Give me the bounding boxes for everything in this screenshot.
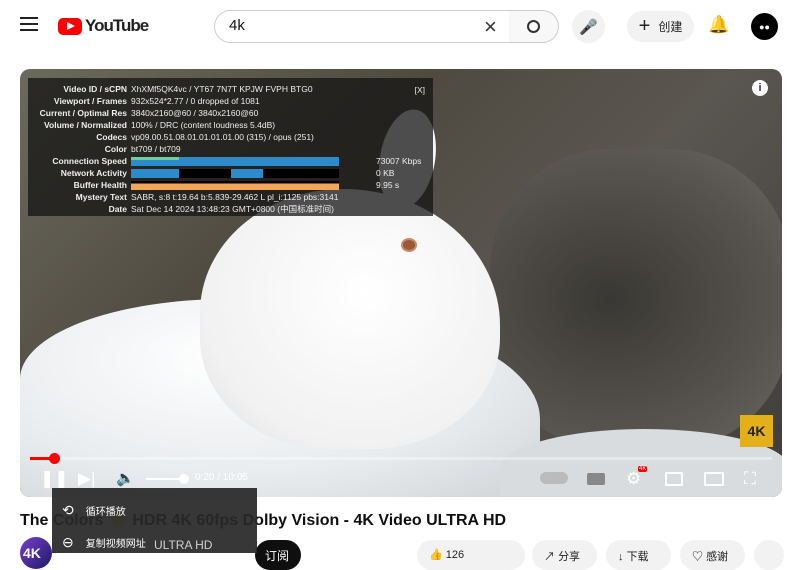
thanks-button[interactable]: ♡ 感谢 [680, 540, 745, 570]
menu-item-loop[interactable]: ⟲ 循环播放 [62, 502, 126, 519]
rabbit [200, 189, 500, 449]
theater-mode-icon[interactable] [704, 472, 724, 486]
autoplay-toggle[interactable] [540, 472, 568, 484]
stats-key: Video ID / sCPN [63, 84, 127, 94]
stats-row: Date Sat Dec 14 2024 13:48:23 GMT+0800 (中… [34, 203, 427, 215]
subscribe-button[interactable]: 订阅 [255, 540, 301, 570]
stats-value: 0 KB [376, 168, 395, 178]
more-button[interactable] [754, 540, 784, 570]
rabbit-eye [401, 238, 417, 252]
settings-icon[interactable]: ⚙ 4K [626, 466, 648, 489]
play-logo-icon [58, 17, 82, 35]
stats-key: Volume / Normalized [44, 120, 127, 130]
stats-value: 73007 Kbps [376, 156, 422, 166]
channel-avatar[interactable]: 4K [20, 537, 52, 569]
channel-name[interactable]: ULTRA HD [154, 538, 212, 552]
stats-row-buffer: Buffer Health 9.95 s [34, 179, 427, 191]
stats-row: Volume / Normalized 100% / DRC (content l… [34, 119, 427, 131]
stats-key: Viewport / Frames [53, 96, 127, 106]
pause-icon[interactable]: ❚❚ [40, 469, 69, 489]
stats-key: Mystery Text [75, 192, 127, 202]
4k-badge: 4K [740, 415, 773, 447]
stats-row: Viewport / Frames 932x524*2.77 / 0 droppe… [34, 95, 427, 107]
stats-key: Network Activity [60, 168, 127, 178]
settings-badge: 4K [638, 466, 648, 472]
clear-search-icon[interactable]: × [484, 14, 497, 40]
stats-row: Mystery Text SABR, s:8 t:19.64 b:5.839-29… [34, 191, 427, 203]
menu-item-label: 循环播放 [85, 507, 126, 518]
menu-item-copy-url[interactable]: ⊖ 复制视频网址 [62, 534, 146, 551]
logo-text: YouTube [85, 16, 149, 35]
video-player[interactable]: [X] Video ID / sCPN XhXMf5QK4vc / YT67 7N… [20, 69, 782, 497]
connection-bar [131, 156, 339, 166]
stats-row-network: Network Activity 0 KB [34, 167, 427, 179]
link-icon: ⊖ [62, 534, 74, 550]
loop-icon: ⟲ [62, 502, 74, 518]
stats-key: Buffer Health [73, 180, 127, 190]
stats-for-nerds: [X] Video ID / sCPN XhXMf5QK4vc / YT67 7N… [28, 78, 433, 216]
stats-row-connection: Connection Speed 73007 Kbps [34, 155, 427, 167]
avatar[interactable]: ●● [751, 13, 778, 40]
stats-row: Current / Optimal Res 3840x2160@60 / 3840… [34, 107, 427, 119]
buffer-bar [131, 180, 339, 190]
stats-row: Color bt709 / bt709 [34, 143, 427, 155]
search-icon [527, 20, 540, 33]
stats-value: 3840x2160@60 / 3840x2160@60 [131, 108, 259, 118]
share-button[interactable]: ↗ 分享 [532, 540, 597, 570]
volume-icon[interactable]: 🔈 [116, 469, 135, 487]
stats-key: Color [104, 144, 127, 154]
next-icon[interactable]: ▶| [78, 469, 96, 489]
stats-value: 9.95 s [376, 180, 400, 190]
network-bar [131, 168, 339, 178]
stats-value: 100% / DRC (content loudness 5.4dB) [131, 120, 276, 130]
menu-icon[interactable] [20, 17, 38, 35]
stats-value: XhXMf5QK4vc / YT67 7N7T KPJW FVPH BTG0 [131, 84, 313, 94]
create-button[interactable]: + 创建 [627, 11, 694, 42]
time-display: 0:20 / 10:05 [195, 472, 248, 483]
bell-icon[interactable]: 🔔 [708, 15, 729, 35]
header: YouTube 4k × 🎤 + 创建 🔔 ●● [0, 0, 800, 56]
fullscreen-icon[interactable]: ⛶ [744, 469, 756, 489]
like-count: 126 [445, 549, 465, 561]
search-button[interactable] [509, 10, 559, 43]
stats-row: Video ID / sCPN XhXMf5QK4vc / YT67 7N7T K… [34, 83, 427, 95]
progress-bar[interactable] [30, 453, 772, 464]
stats-value: bt709 / bt709 [131, 144, 181, 154]
subtitles-icon[interactable] [587, 473, 605, 485]
stats-value: vp09.00.51.08.01.01.01.01.00 (315) / opu… [131, 132, 314, 142]
stats-key: Connection Speed [52, 156, 127, 166]
menu-item-label: 复制视频网址 [85, 539, 146, 550]
stats-key: Codecs [96, 132, 127, 142]
create-label: 创建 [658, 20, 683, 34]
stats-key: Date [108, 204, 127, 214]
download-button[interactable]: ↓ 下载 [606, 540, 671, 570]
stats-row: Codecs vp09.00.51.08.01.01.01.01.00 (315)… [34, 131, 427, 143]
stats-key: Current / Optimal Res [39, 108, 127, 118]
like-button[interactable]: 👍 126 [417, 540, 525, 570]
youtube-logo[interactable]: YouTube [58, 16, 149, 36]
stats-value: 932x524*2.77 / 0 dropped of 1081 [131, 96, 260, 106]
stats-close-button[interactable]: [X] [415, 84, 425, 96]
stats-value: Sat Dec 14 2024 13:48:23 GMT+0800 (中国标准时… [131, 204, 334, 214]
info-icon[interactable]: i [752, 80, 768, 96]
volume-slider[interactable] [146, 474, 189, 484]
search-input[interactable]: 4k [214, 10, 510, 43]
miniplayer-icon[interactable] [665, 472, 683, 486]
mic-icon[interactable]: 🎤 [572, 10, 605, 43]
plus-icon: + [638, 15, 651, 37]
stats-value: SABR, s:8 t:19.64 b:5.839-29.462 L pl_i:… [131, 192, 339, 202]
